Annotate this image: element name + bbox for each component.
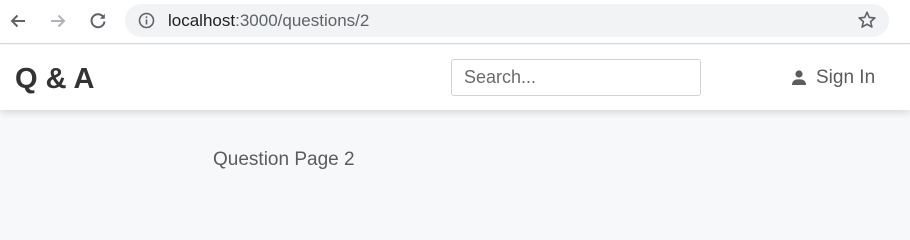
- forward-button[interactable]: [45, 8, 71, 34]
- search-input[interactable]: [451, 59, 701, 96]
- address-bar[interactable]: localhost:3000/questions/2: [125, 4, 889, 37]
- sign-in-button[interactable]: Sign In: [790, 65, 875, 91]
- browser-toolbar: localhost:3000/questions/2: [0, 0, 910, 44]
- app-logo[interactable]: Q & A: [15, 62, 94, 96]
- reload-button[interactable]: [85, 8, 111, 34]
- reload-icon: [90, 13, 106, 29]
- url-text[interactable]: localhost:3000/questions/2: [168, 11, 369, 31]
- forward-arrow-icon: [51, 14, 66, 28]
- page-title: Question Page 2: [213, 149, 355, 170]
- back-button[interactable]: [5, 8, 31, 34]
- app-header: Q & A Sign In: [0, 45, 910, 110]
- url-path: :3000/questions/2: [235, 11, 370, 30]
- url-host: localhost: [168, 11, 236, 30]
- user-icon: [792, 70, 806, 85]
- back-arrow-icon: [10, 14, 25, 28]
- star-icon[interactable]: [857, 10, 877, 30]
- sign-in-label: Sign In: [816, 67, 876, 88]
- info-icon[interactable]: [138, 12, 155, 29]
